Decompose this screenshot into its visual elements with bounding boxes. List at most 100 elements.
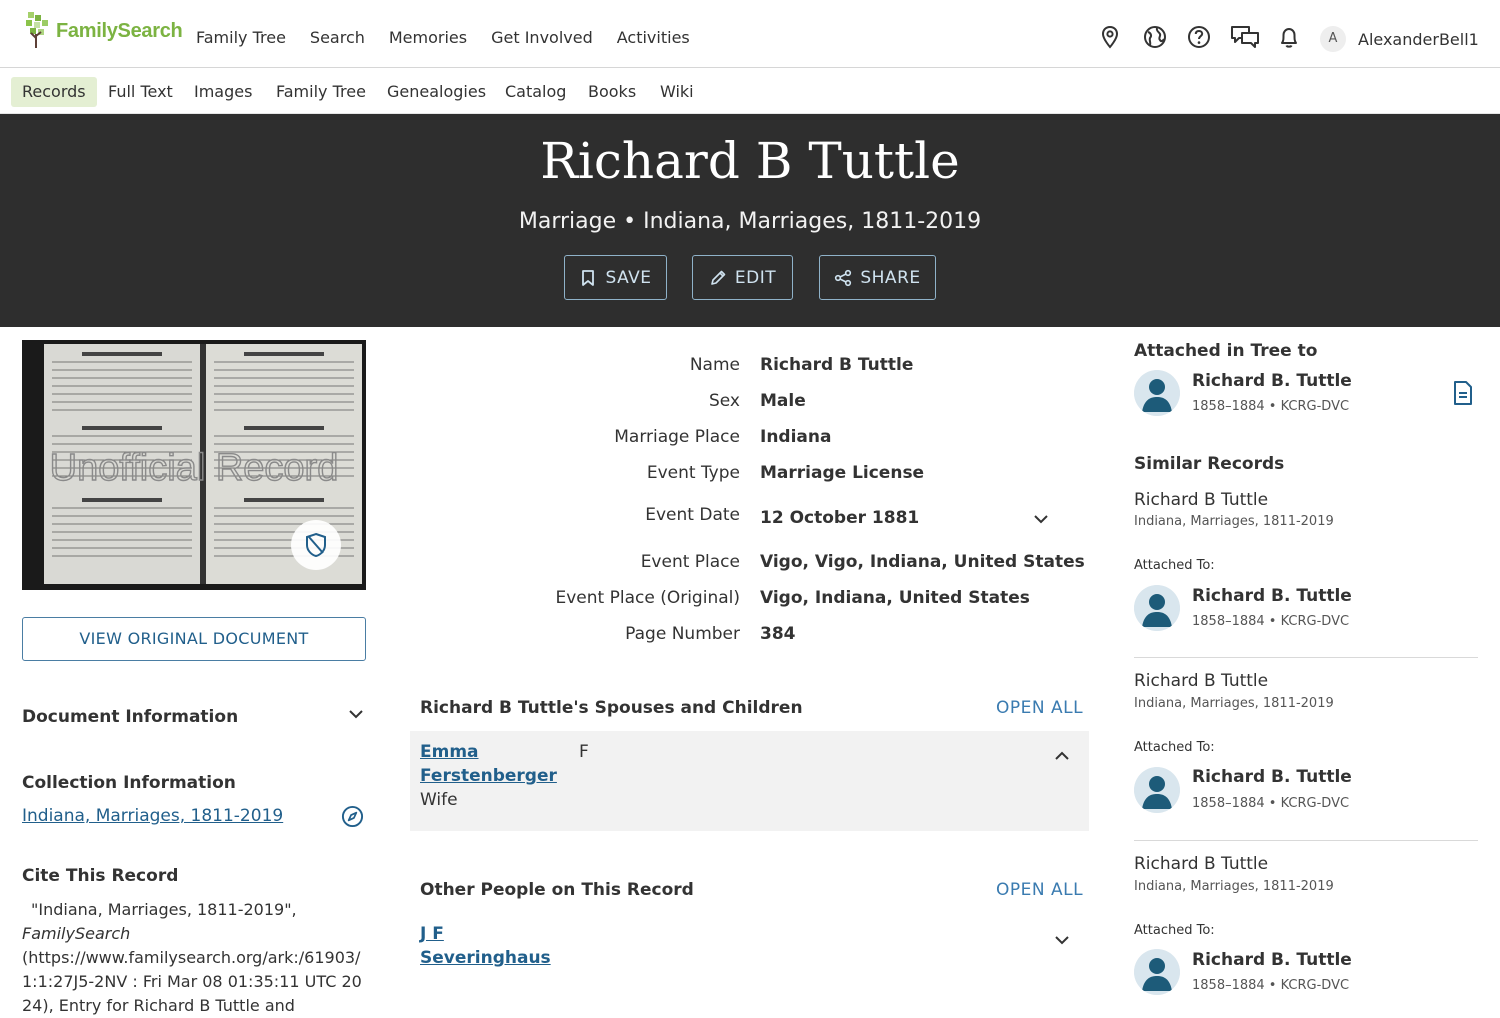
- nav-activities[interactable]: Activities: [617, 28, 690, 47]
- pencil-icon: [711, 270, 726, 285]
- spouse-name-link-line2[interactable]: Ferstenberger: [420, 764, 557, 788]
- fact-value: Vigo, Vigo, Indiana, United States: [760, 552, 1085, 572]
- subnav-images[interactable]: Images: [183, 77, 263, 107]
- avatar[interactable]: [1134, 370, 1180, 416]
- tree-logo-icon: [26, 12, 48, 48]
- chevron-up-icon[interactable]: [1054, 748, 1070, 764]
- familysearch-logo[interactable]: FamilySearch: [24, 12, 183, 50]
- fact-value: 12 October 1881: [760, 508, 920, 528]
- record-header: Richard B Tuttle Marriage • Indiana, Mar…: [0, 114, 1500, 327]
- subnav-full-text[interactable]: Full Text: [97, 77, 184, 107]
- other-person-name-link-line2[interactable]: Severinghaus: [420, 946, 551, 970]
- fact-label: Event Date: [645, 505, 740, 525]
- person-silhouette-icon: [1134, 767, 1180, 813]
- view-original-document-button[interactable]: VIEW ORIGINAL DOCUMENT: [22, 617, 366, 661]
- record-image-thumbnail[interactable]: Unofficial Record: [22, 340, 366, 590]
- logo-text: FamilySearch: [56, 19, 183, 42]
- person-silhouette-icon: [1134, 370, 1180, 416]
- similar-person-name[interactable]: Richard B. Tuttle: [1192, 950, 1352, 970]
- share-button[interactable]: SHARE: [819, 255, 936, 300]
- nav-get-involved[interactable]: Get Involved: [491, 28, 593, 47]
- similar-records-title: Similar Records: [1134, 454, 1285, 474]
- subnav-genealogies[interactable]: Genealogies: [376, 77, 497, 107]
- chevron-down-icon[interactable]: [1054, 932, 1070, 948]
- edit-button[interactable]: EDIT: [692, 255, 793, 300]
- avatar[interactable]: [1134, 949, 1180, 995]
- fact-value: Richard B Tuttle: [760, 355, 914, 375]
- fact-label: Event Place (Original): [555, 588, 741, 608]
- chevron-down-icon[interactable]: [348, 706, 364, 722]
- avatar[interactable]: [1134, 585, 1180, 631]
- edit-button-label: EDIT: [734, 267, 777, 288]
- subnav-wiki[interactable]: Wiki: [649, 77, 705, 107]
- fact-value: Indiana: [760, 427, 832, 447]
- other-people-section-title: Other People on This Record: [420, 880, 694, 900]
- nav-search[interactable]: Search: [310, 28, 365, 47]
- user-avatar[interactable]: A: [1320, 26, 1346, 52]
- main-nav: Family Tree Search Memories Get Involved…: [196, 28, 690, 47]
- fact-value: 384: [760, 624, 796, 644]
- similar-record-name[interactable]: Richard B Tuttle: [1134, 671, 1268, 691]
- record-subtitle: Marriage • Indiana, Marriages, 1811-2019: [518, 209, 982, 234]
- avatar[interactable]: [1134, 767, 1180, 813]
- similar-person-meta: 1858–1884 • KCRG-DVC: [1192, 796, 1350, 811]
- fact-value: Vigo, Indiana, United States: [760, 588, 1030, 608]
- similar-record-name[interactable]: Richard B Tuttle: [1134, 490, 1268, 510]
- fact-value: Marriage License: [760, 463, 925, 483]
- globe-icon[interactable]: [1142, 24, 1168, 50]
- spouse-relation: Wife: [420, 790, 458, 810]
- page-title: Richard B Tuttle: [540, 132, 960, 190]
- divider: [1134, 657, 1478, 658]
- attached-to-label: Attached To:: [1134, 923, 1215, 938]
- subnav-family-tree[interactable]: Family Tree: [265, 77, 377, 107]
- subnav-books[interactable]: Books: [577, 77, 647, 107]
- citation-line1: "Indiana, Marriages, 1811-2019",: [31, 900, 297, 919]
- person-silhouette-icon: [1134, 949, 1180, 995]
- spouses-section-title: Richard B Tuttle's Spouses and Children: [420, 698, 803, 718]
- fact-label: Marriage Place: [614, 427, 740, 447]
- nav-family-tree[interactable]: Family Tree: [196, 28, 286, 47]
- spouses-open-all-button[interactable]: OPEN ALL: [996, 698, 1083, 718]
- records-sub-nav: Records Full Text Images Family Tree Gen…: [0, 69, 1500, 114]
- top-bar: FamilySearch Family Tree Search Memories…: [0, 0, 1500, 68]
- event-date-chevron-down-icon[interactable]: [1033, 511, 1049, 527]
- similar-person-meta: 1858–1884 • KCRG-DVC: [1192, 614, 1350, 629]
- attached-to-label: Attached To:: [1134, 558, 1215, 573]
- help-icon[interactable]: [1186, 24, 1212, 50]
- divider: [1134, 840, 1478, 841]
- compass-icon[interactable]: [341, 805, 364, 828]
- share-icon: [835, 269, 852, 286]
- subnav-catalog[interactable]: Catalog: [494, 77, 577, 107]
- fact-value: Male: [760, 391, 806, 411]
- similar-person-name[interactable]: Richard B. Tuttle: [1192, 767, 1352, 787]
- similar-record-collection: Indiana, Marriages, 1811-2019: [1134, 514, 1334, 529]
- record-document-icon[interactable]: [1452, 380, 1474, 406]
- location-pin-icon[interactable]: [1097, 24, 1123, 50]
- attached-person-name[interactable]: Richard B. Tuttle: [1192, 371, 1352, 391]
- spouse-sex: F: [579, 742, 589, 762]
- fact-label: Page Number: [625, 624, 740, 644]
- bell-icon[interactable]: [1276, 24, 1302, 50]
- save-button[interactable]: SAVE: [564, 255, 667, 300]
- collection-link[interactable]: Indiana, Marriages, 1811-2019: [22, 806, 283, 826]
- document-information-header[interactable]: Document Information: [22, 707, 238, 727]
- others-open-all-button[interactable]: OPEN ALL: [996, 880, 1083, 900]
- attached-in-tree-title: Attached in Tree to: [1134, 341, 1318, 361]
- document-image: Unofficial Record: [22, 340, 366, 590]
- similar-record-collection: Indiana, Marriages, 1811-2019: [1134, 879, 1334, 894]
- fact-label: Event Type: [646, 463, 740, 483]
- username[interactable]: AlexanderBell1: [1358, 30, 1479, 49]
- spouse-name-link[interactable]: Emma: [420, 740, 479, 764]
- citation-text: "Indiana, Marriages, 1811-2019", FamilyS…: [22, 898, 367, 1018]
- other-person-name-link[interactable]: J F: [420, 922, 444, 946]
- citation-rest: (https://www.familysearch.org/ark:/61903…: [22, 948, 362, 1015]
- nav-memories[interactable]: Memories: [389, 28, 467, 47]
- chat-icon[interactable]: [1230, 24, 1260, 50]
- similar-record-collection: Indiana, Marriages, 1811-2019: [1134, 696, 1334, 711]
- subnav-records[interactable]: Records: [11, 77, 97, 107]
- image-watermark: Unofficial Record: [50, 447, 339, 489]
- save-button-label: SAVE: [605, 267, 652, 288]
- similar-person-name[interactable]: Richard B. Tuttle: [1192, 586, 1352, 606]
- share-button-label: SHARE: [860, 267, 921, 288]
- similar-record-name[interactable]: Richard B Tuttle: [1134, 854, 1268, 874]
